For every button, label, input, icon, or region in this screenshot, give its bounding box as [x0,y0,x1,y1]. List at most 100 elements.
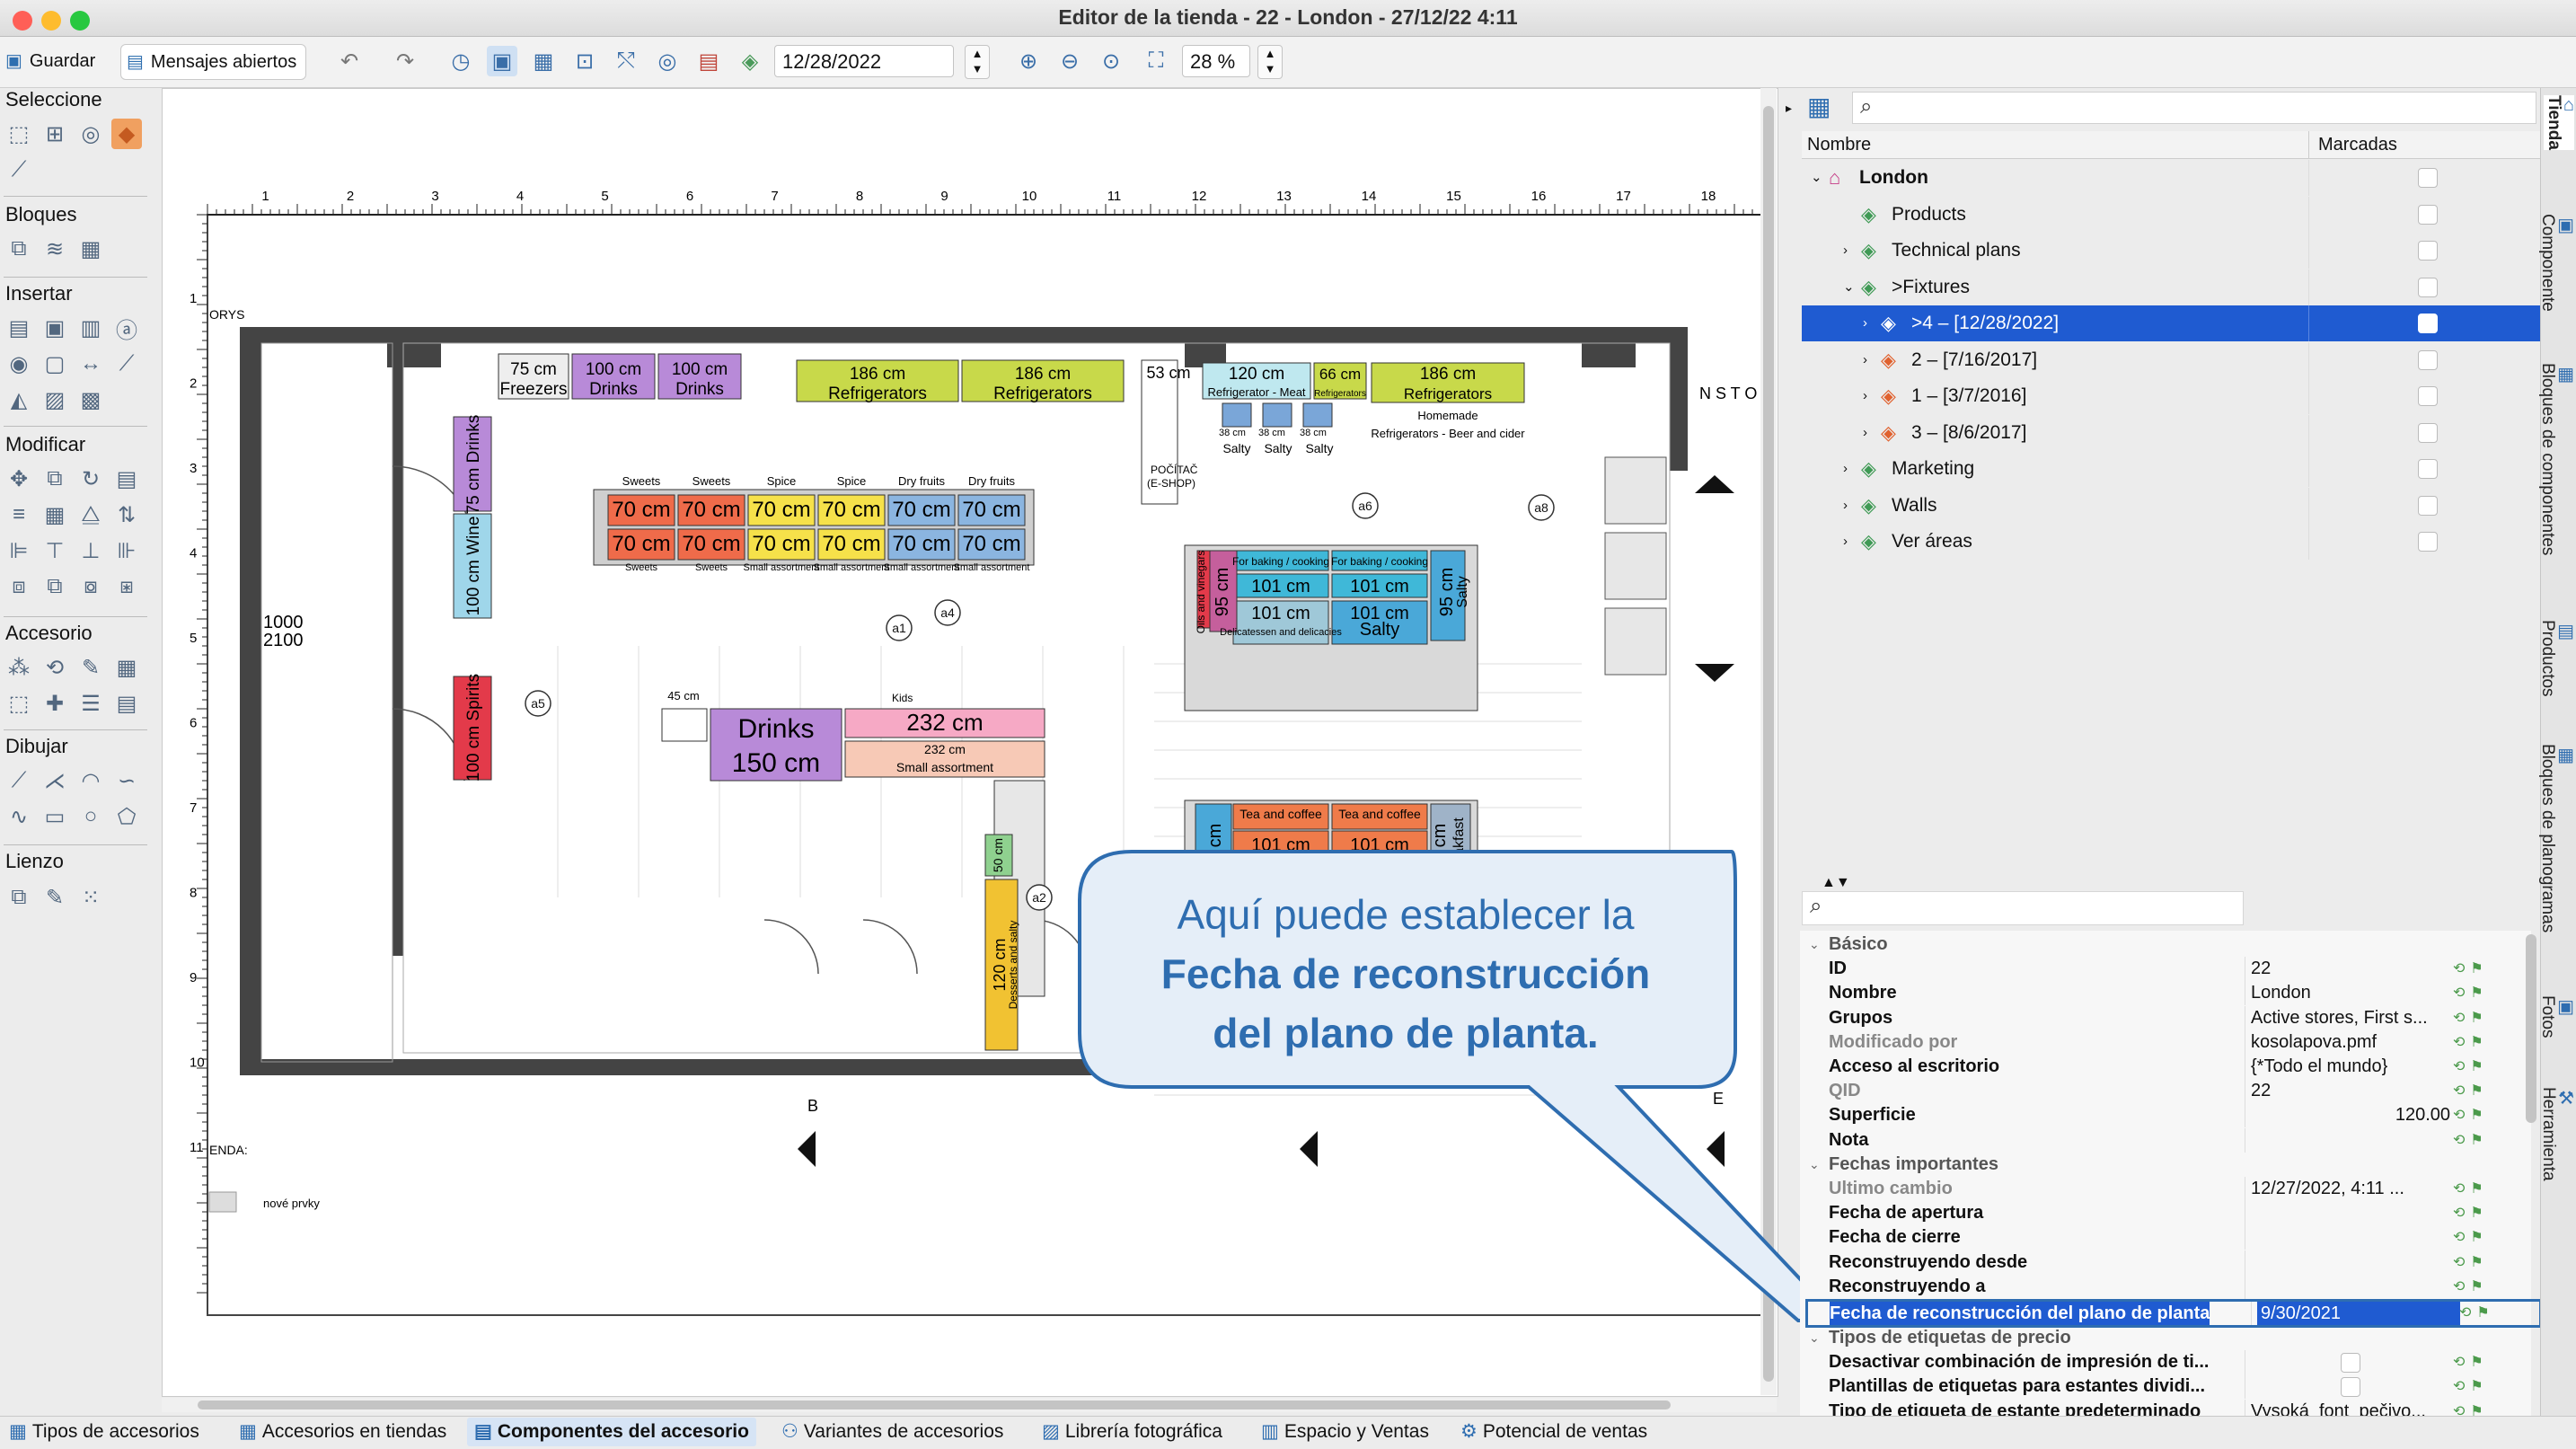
page-select-icon[interactable]: ⊡ [569,46,600,76]
accessory-edit-icon[interactable]: ✎ [75,652,106,683]
property-value[interactable]: 120.00 [2251,1103,2450,1127]
property-action-icons[interactable]: ⟲⚑ [2453,1201,2489,1225]
align-icon[interactable]: ▤ [111,464,142,494]
canvas-resize-icon[interactable]: ⧉ [4,882,34,913]
props-scrollbar[interactable] [2526,934,2536,1123]
side-tab-tienda[interactable]: ⌂ Tienda [2544,95,2574,150]
expand-chevron-icon[interactable]: › [1863,378,1867,414]
accessory-add-icon[interactable]: ✚ [40,688,70,719]
marked-checkbox[interactable] [2418,241,2438,261]
property-row[interactable]: Fecha de cierre ⟲⚑ [1802,1225,2531,1250]
props-search-input[interactable]: ⌕ [1802,891,2244,925]
bottom-tab[interactable]: ▨ Librería fotográfica [1042,1418,1222,1446]
tree-item[interactable]: ⌄ ⌂ London [1802,160,2540,196]
property-row[interactable]: Acceso al escritorio {*Todo el mundo} ⟲⚑ [1802,1055,2531,1079]
tree-item[interactable]: › ◈ 2 – [7/16/2017] [1802,341,2540,378]
zoom-stepper[interactable]: ▲ ▼ [1257,45,1283,79]
grid-select-icon[interactable]: ▦ [528,46,559,76]
property-row[interactable]: Fecha de apertura ⟲⚑ [1802,1201,2531,1226]
property-value[interactable]: 12/27/2022, 4:11 ... [2251,1177,2450,1201]
accessory-nodes-icon[interactable]: ⁂ [4,652,34,683]
insert-picture-icon[interactable]: ▩ [75,384,106,415]
camera-icon[interactable]: ◎ [652,46,683,76]
zoom-out-icon[interactable]: ⊖ [1054,46,1085,76]
property-row[interactable]: Fecha de reconstrucción del plano de pla… [1805,1299,2542,1328]
property-value[interactable]: Active stores, First s... [2251,1006,2450,1030]
canvas-grid-icon[interactable]: ⁙ [75,882,106,913]
bring-front-icon[interactable]: ⧇ [75,571,106,602]
side-tab-componente[interactable]: ▣ Componente [2538,214,2574,312]
bottom-tab[interactable]: ▦ Tipos de accesorios [9,1418,199,1446]
target-select-icon[interactable]: ◎ [75,119,106,149]
tree-item[interactable]: ◈ Products [1802,196,2540,233]
group-dates[interactable]: ⌄ Fechas importantes [1802,1153,2531,1177]
group-chevron-icon[interactable]: ⌄ [1809,1153,1820,1177]
property-action-icons[interactable]: ⟲⚑ [2453,1374,2489,1399]
layout-icon[interactable]: ▤ [693,46,724,76]
expand-chevron-icon[interactable]: › [1863,342,1867,378]
tree-item[interactable]: › ◈ Walls [1802,487,2540,524]
property-action-icons[interactable]: ⟲⚑ [2453,1350,2489,1374]
distribute-icon[interactable]: ≡ [4,499,34,530]
draw-line-icon[interactable]: ⟋ [4,765,34,796]
move-icon[interactable]: ✥ [4,464,34,494]
insert-table-icon[interactable]: ▥ [75,313,106,343]
rotate-icon[interactable]: ↻ [75,464,106,494]
date-stepper[interactable]: ▲ ▼ [965,45,990,79]
connect-icon[interactable]: ⤲ [611,46,641,76]
accessory-rotate-icon[interactable]: ⟲ [40,652,70,683]
tree-view-icon[interactable]: ▦ [1807,92,1843,124]
canvas-horizontal-scrollbar[interactable] [162,1398,1777,1412]
insert-image-icon[interactable]: ▨ [40,384,70,415]
marked-checkbox[interactable] [2418,277,2438,297]
property-value[interactable]: London [2251,981,2450,1005]
property-value[interactable]: 22 [2251,1079,2450,1103]
expand-chevron-icon[interactable]: ⌄ [1843,269,1855,305]
select-mode-icon[interactable]: ▣ [487,46,517,76]
date-field[interactable]: 12/28/2022 [774,45,954,77]
mirror-icon[interactable]: ⧋ [75,499,106,530]
insert-dimension-icon[interactable]: ↔ [75,349,106,379]
bottom-tab[interactable]: ⚙ Potencial de ventas [1460,1418,1647,1446]
grid-icon[interactable]: ▦ [40,499,70,530]
marked-checkbox[interactable] [2418,422,2438,443]
tree-item[interactable]: ⌄ ◈ >Fixtures [1802,269,2540,305]
layers-icon[interactable]: ◈ [735,46,765,76]
property-action-icons[interactable]: ⟲⚑ [2453,1177,2489,1201]
bottom-tab[interactable]: ▦ Accesorios en tiendas [239,1418,446,1446]
property-value[interactable]: {*Todo el mundo} [2251,1055,2450,1079]
property-action-icons[interactable]: ⟲⚑ [2459,1302,2495,1325]
property-action-icons[interactable]: ⟲⚑ [2453,1030,2489,1055]
zoom-fit-icon[interactable]: ⊙ [1096,46,1126,76]
accessory-frame-icon[interactable]: ⬚ [4,688,34,719]
marked-checkbox[interactable] [2418,495,2438,516]
bottom-tab[interactable]: ▥ Espacio y Ventas [1261,1418,1429,1446]
property-row[interactable]: Reconstruyendo desde ⟲⚑ [1802,1250,2531,1275]
fill-select-icon[interactable]: ◆ [111,119,142,149]
property-row[interactable]: Plantillas de etiquetas para estantes di… [1802,1374,2531,1400]
property-row[interactable]: QID 22 ⟲⚑ [1802,1079,2531,1104]
property-action-icons[interactable]: ⟲⚑ [2453,1275,2489,1299]
marked-checkbox[interactable] [2418,386,2438,406]
property-action-icons[interactable]: ⟲⚑ [2453,1128,2489,1153]
align-left-icon[interactable]: ⊫ [4,535,34,566]
fit-page-icon[interactable]: ⛶ [1141,46,1171,76]
insert-camera-icon[interactable]: ◉ [4,349,34,379]
expand-chevron-icon[interactable]: › [1843,451,1848,487]
property-value[interactable]: kosolapova.pmf [2251,1030,2450,1055]
property-row[interactable]: Nota ⟲⚑ [1802,1127,2531,1153]
insert-box-icon[interactable]: ▢ [40,349,70,379]
property-action-icons[interactable]: ⟲⚑ [2453,1225,2489,1250]
side-tab-bloques-de-planogramas[interactable]: ▦ Bloques de planogramas [2538,744,2574,932]
zoom-in-icon[interactable]: ⊕ [1013,46,1044,76]
side-tab-fotos[interactable]: ▣ Fotos [2538,995,2574,1038]
tree-item[interactable]: › ◈ 3 – [8/6/2017] [1802,414,2540,451]
align-top-icon[interactable]: ⊤ [40,535,70,566]
tree-search-input[interactable]: ⌕ [1852,92,2536,124]
property-checkbox[interactable] [2341,1377,2360,1398]
property-action-icons[interactable]: ⟲⚑ [2453,1079,2489,1103]
bottom-tab[interactable]: ▤ Componentes del accesorio [467,1418,756,1446]
insert-shelf-icon[interactable]: ▤ [4,313,34,343]
align-right-icon[interactable]: ⊪ [111,535,142,566]
expand-chevron-icon[interactable]: › [1843,488,1848,524]
